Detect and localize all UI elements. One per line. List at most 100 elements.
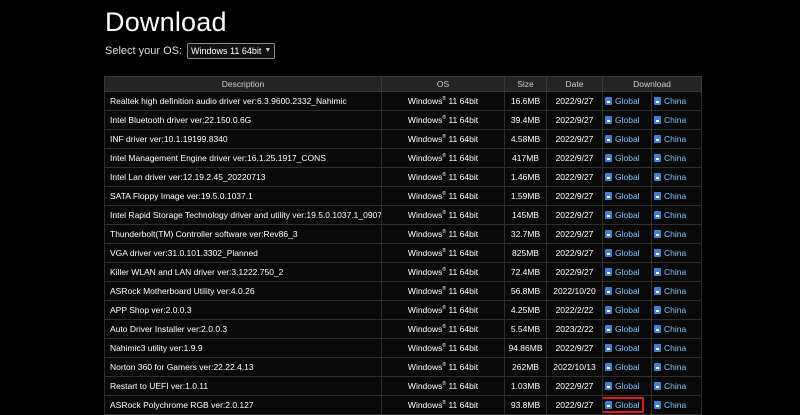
download-china-link[interactable]: China	[653, 190, 689, 202]
download-icon	[605, 230, 612, 238]
download-china-link[interactable]: China	[653, 399, 689, 411]
row-os: Windows® 11 64bit	[381, 224, 505, 244]
row-os: Windows® 11 64bit	[381, 129, 505, 149]
row-size: 93.8MB	[504, 395, 547, 415]
download-china-link[interactable]: China	[653, 133, 689, 145]
download-china-label: China	[664, 153, 687, 163]
row-download-china: China	[651, 148, 702, 168]
download-china-label: China	[664, 324, 687, 334]
table-row: VGA driver ver:31.0.101.3302_Planned Wind…	[104, 243, 702, 263]
download-global-link[interactable]: Global	[604, 323, 642, 335]
download-global-link[interactable]: Global	[604, 209, 642, 221]
row-description: SATA Floppy Image ver:19.5.0.1037.1	[104, 186, 382, 206]
header-os: OS	[381, 76, 505, 92]
row-date: 2022/9/27	[546, 110, 603, 130]
header-size: Size	[504, 76, 547, 92]
download-china-link[interactable]: China	[653, 152, 689, 164]
download-china-label: China	[664, 229, 687, 239]
row-download-china: China	[651, 186, 702, 206]
download-global-label: Global	[615, 153, 640, 163]
download-global-link[interactable]: Global	[603, 397, 644, 413]
row-download-china: China	[651, 376, 702, 396]
os-select[interactable]: Windows 11 64bit ▼	[187, 43, 276, 59]
download-china-link[interactable]: China	[653, 266, 689, 278]
row-date: 2022/9/27	[546, 91, 603, 111]
download-icon	[605, 401, 612, 409]
header-description: Description	[104, 76, 382, 92]
row-description: Intel Rapid Storage Technology driver an…	[104, 205, 382, 225]
row-os: Windows® 11 64bit	[381, 205, 505, 225]
download-icon	[605, 325, 612, 333]
download-china-link[interactable]: China	[653, 323, 689, 335]
download-icon	[654, 192, 661, 200]
download-global-link[interactable]: Global	[604, 114, 642, 126]
download-china-label: China	[664, 191, 687, 201]
table-row: Thunderbolt(TM) Controller software ver:…	[104, 224, 702, 244]
row-os: Windows® 11 64bit	[381, 243, 505, 263]
row-download-global: Global	[602, 243, 652, 263]
table-row: INF driver ver:10.1.19199.8340 Windows® 1…	[104, 129, 702, 149]
row-size: 417MB	[504, 148, 547, 168]
row-download-global: Global	[602, 167, 652, 187]
os-select-value: Windows 11 64bit	[191, 46, 262, 56]
os-version: 11 64bit	[446, 96, 479, 106]
download-china-link[interactable]: China	[653, 342, 689, 354]
os-selector-label: Select your OS:	[105, 45, 183, 57]
table-row: Intel Rapid Storage Technology driver an…	[104, 205, 702, 225]
download-icon	[654, 116, 661, 124]
download-china-link[interactable]: China	[653, 114, 689, 126]
download-global-link[interactable]: Global	[604, 95, 642, 107]
table-row: SATA Floppy Image ver:19.5.0.1037.1 Windo…	[104, 186, 702, 206]
row-download-global: Global	[602, 91, 652, 111]
row-date: 2022/9/27	[546, 262, 603, 282]
os-version: 11 64bit	[446, 210, 479, 220]
download-china-link[interactable]: China	[653, 209, 689, 221]
row-description: Auto Driver Installer ver:2.0.0.3	[104, 319, 382, 339]
os-version: 11 64bit	[446, 343, 479, 353]
row-download-global: Global	[602, 262, 652, 282]
download-global-link[interactable]: Global	[604, 228, 642, 240]
download-icon	[654, 268, 661, 276]
row-size: 1.46MB	[504, 167, 547, 187]
download-china-link[interactable]: China	[653, 171, 689, 183]
download-global-link[interactable]: Global	[604, 266, 642, 278]
download-china-link[interactable]: China	[653, 95, 689, 107]
download-icon	[654, 363, 661, 371]
download-china-link[interactable]: China	[653, 247, 689, 259]
row-os: Windows® 11 64bit	[381, 376, 505, 396]
download-china-link[interactable]: China	[653, 380, 689, 392]
row-date: 2022/9/27	[546, 186, 603, 206]
download-global-link[interactable]: Global	[604, 171, 642, 183]
download-china-link[interactable]: China	[653, 304, 689, 316]
download-global-link[interactable]: Global	[604, 133, 642, 145]
download-global-link[interactable]: Global	[604, 380, 642, 392]
row-download-global: Global	[602, 110, 652, 130]
download-icon	[605, 249, 612, 257]
row-download-china: China	[651, 91, 702, 111]
download-icon	[654, 306, 661, 314]
row-download-china: China	[651, 262, 702, 282]
header-download: Download	[602, 76, 702, 92]
row-description: Norton 360 for Gamers ver:22.22.4.13	[104, 357, 382, 377]
os-name: Windows	[407, 248, 443, 258]
row-os: Windows® 11 64bit	[381, 148, 505, 168]
download-china-link[interactable]: China	[653, 361, 689, 373]
download-global-link[interactable]: Global	[604, 152, 642, 164]
download-global-link[interactable]: Global	[604, 304, 642, 316]
row-description: INF driver ver:10.1.19199.8340	[104, 129, 382, 149]
download-icon	[605, 135, 612, 143]
download-china-link[interactable]: China	[653, 228, 689, 240]
download-global-label: Global	[615, 305, 640, 315]
os-name: Windows	[407, 115, 443, 125]
download-global-link[interactable]: Global	[604, 190, 642, 202]
row-download-china: China	[651, 129, 702, 149]
os-name: Windows	[407, 153, 443, 163]
table-row: APP Shop ver:2.0.0.3 Windows® 11 64bit 4.2…	[104, 300, 702, 320]
download-global-link[interactable]: Global	[604, 342, 642, 354]
download-global-link[interactable]: Global	[604, 285, 642, 297]
download-global-link[interactable]: Global	[604, 247, 642, 259]
row-size: 39.4MB	[504, 110, 547, 130]
download-global-link[interactable]: Global	[604, 361, 642, 373]
download-china-link[interactable]: China	[653, 285, 689, 297]
row-date: 2022/9/27	[546, 395, 603, 415]
